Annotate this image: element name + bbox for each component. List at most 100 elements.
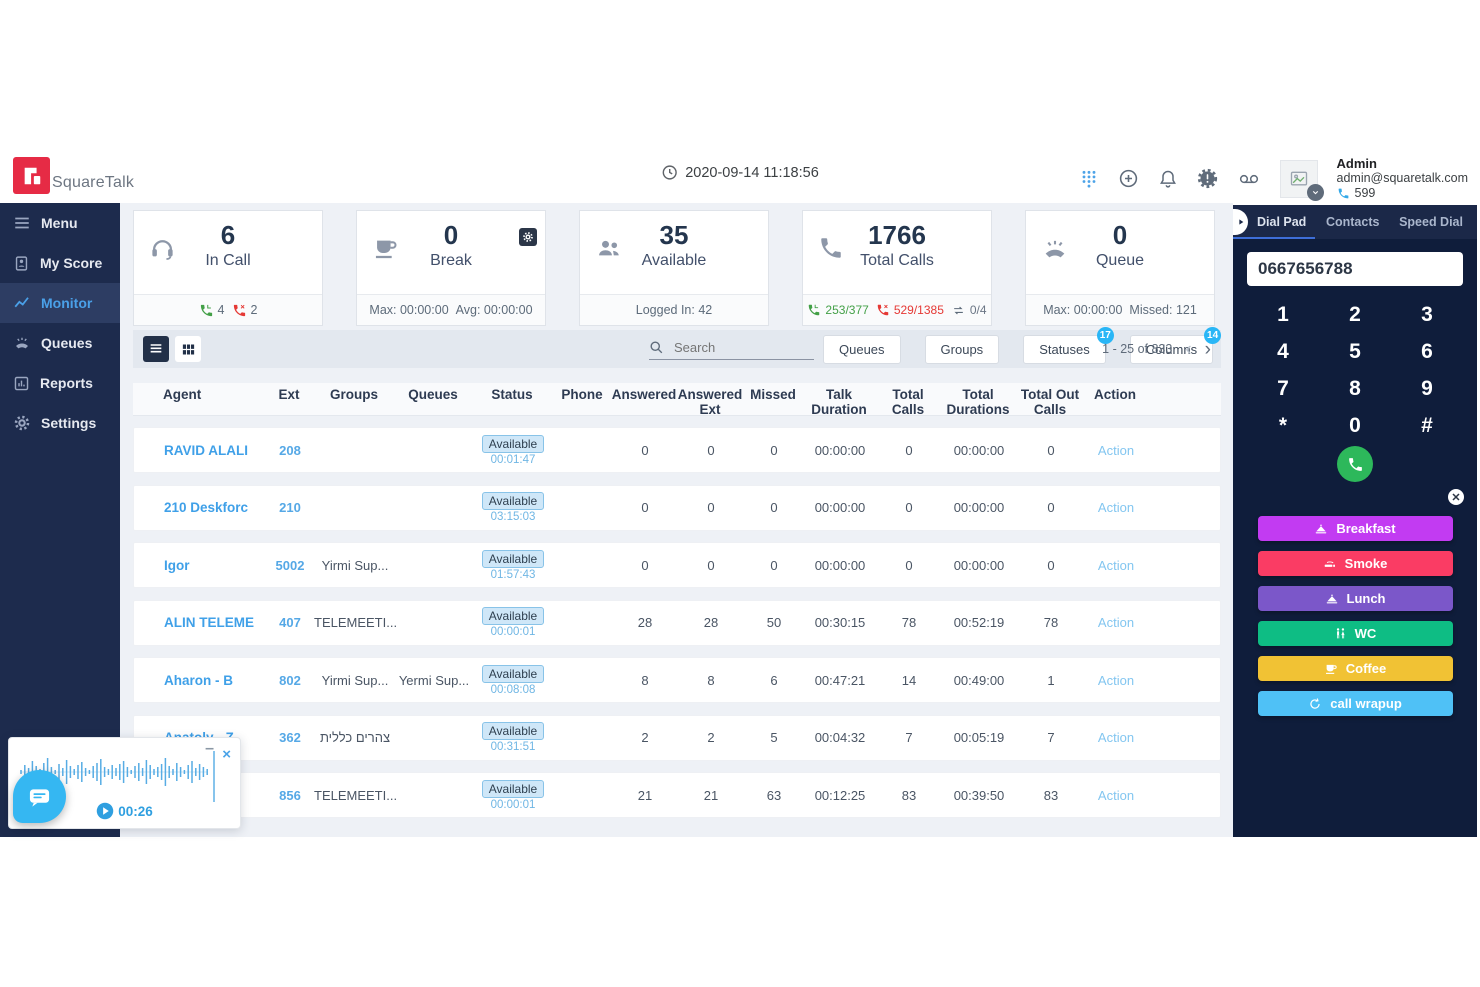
status-button-smoke[interactable]: Smoke — [1258, 551, 1453, 576]
agent-name-link[interactable]: Aharon - B — [146, 673, 266, 688]
coffee-cup-icon — [1324, 662, 1338, 676]
agent-ext-link[interactable]: 5002 — [266, 558, 314, 573]
agent-ext-link[interactable]: 210 — [266, 500, 314, 515]
agent-ext-link[interactable]: 362 — [266, 730, 314, 745]
column-header[interactable]: Phone — [553, 387, 611, 402]
keypad-key[interactable]: 1 — [1247, 296, 1319, 333]
column-header[interactable]: Talk Duration — [803, 387, 875, 416]
column-header[interactable]: Queues — [395, 387, 471, 402]
sidebar-item-menu[interactable]: Menu — [0, 203, 120, 243]
column-header[interactable]: Answered — [611, 387, 677, 402]
status-button-coffee[interactable]: Coffee — [1258, 656, 1453, 681]
grid-view-icon — [181, 342, 196, 357]
broken-image-icon — [1289, 169, 1309, 189]
action-link[interactable]: Action — [1086, 730, 1146, 745]
keypad-key[interactable]: 8 — [1319, 370, 1391, 407]
status-buttons: Breakfast Smoke Lunch WC Coffee call wra… — [1233, 516, 1477, 716]
column-header[interactable]: Agent — [145, 387, 265, 402]
action-link[interactable]: Action — [1086, 500, 1146, 515]
brand-logo[interactable]: SquareTalk — [13, 157, 134, 194]
keypad-key[interactable]: 9 — [1391, 370, 1463, 407]
total-calls-count: 7 — [876, 730, 942, 745]
keypad-key[interactable]: 2 — [1319, 296, 1391, 333]
column-header[interactable]: Missed — [743, 387, 803, 402]
keypad-key[interactable]: 5 — [1319, 333, 1391, 370]
next-page-chevron[interactable]: › — [1205, 340, 1211, 359]
sidebar-item-queues[interactable]: Queues — [0, 323, 120, 363]
agent-ext-link[interactable]: 407 — [266, 615, 314, 630]
filter-button[interactable]: Groups — [925, 335, 1000, 364]
missed-count: 0 — [744, 558, 804, 573]
status-button-call-wrapup[interactable]: call wrapup — [1258, 691, 1453, 716]
notifications-bell-icon[interactable] — [1158, 169, 1178, 189]
user-avatar[interactable] — [1280, 160, 1318, 198]
column-header[interactable]: Answered Ext — [677, 387, 743, 416]
column-header[interactable]: Status — [471, 387, 553, 402]
sidebar-item-monitor[interactable]: Monitor — [0, 283, 120, 323]
play-button[interactable] — [96, 802, 114, 820]
keypad-key[interactable]: 7 — [1247, 370, 1319, 407]
agent-groups: TELEMEETI... — [314, 615, 396, 630]
keypad-key[interactable]: # — [1391, 407, 1463, 444]
column-header[interactable]: Action — [1085, 387, 1145, 402]
list-view-toggle[interactable] — [143, 336, 169, 362]
status-button-wc[interactable]: WC — [1258, 621, 1453, 646]
column-header[interactable]: Total Out Calls — [1015, 387, 1085, 416]
keypad-key[interactable]: * — [1247, 407, 1319, 444]
agent-ext-link[interactable]: 802 — [266, 673, 314, 688]
agent-ext-link[interactable]: 208 — [266, 443, 314, 458]
agent-name-link[interactable]: ALIN TELEME — [146, 615, 266, 630]
total-durations: 00:05:19 — [942, 730, 1016, 745]
keypad-key[interactable]: 3 — [1391, 296, 1463, 333]
break-settings-button[interactable] — [519, 228, 537, 246]
add-icon[interactable] — [1118, 168, 1139, 189]
support-badge-icon[interactable] — [1197, 168, 1218, 189]
break-avg: Avg: 00:00:00 — [456, 303, 533, 317]
keypad-key[interactable]: 4 — [1247, 333, 1319, 370]
grid-view-toggle[interactable] — [175, 336, 201, 362]
agent-table: RAVID ALALI 208 Available 00:01:47 0 0 0… — [133, 427, 1221, 818]
missed-count: 6 — [744, 673, 804, 688]
close-statuses-button[interactable]: ✕ — [1448, 489, 1464, 505]
column-header[interactable]: Total Durations — [941, 387, 1015, 416]
sidebar-item-reports[interactable]: Reports — [0, 363, 120, 403]
tab-dial-pad[interactable]: Dial Pad — [1257, 215, 1306, 229]
search-input[interactable] — [672, 339, 802, 356]
column-header[interactable]: Ext — [265, 387, 313, 402]
keypad-key[interactable]: 6 — [1391, 333, 1463, 370]
column-header[interactable]: Groups — [313, 387, 395, 402]
answered-count: 0 — [612, 500, 678, 515]
column-header[interactable]: Total Calls — [875, 387, 941, 416]
pagination: 1 - 25 of 833 ‹ › — [1102, 340, 1211, 359]
filter-button[interactable]: Statuses17 — [1023, 335, 1106, 364]
user-menu-chevron[interactable] — [1307, 184, 1324, 201]
answered-count: 28 — [612, 615, 678, 630]
prev-page-chevron[interactable]: ‹ — [1185, 340, 1191, 359]
dial-number-input[interactable] — [1247, 252, 1463, 286]
total-calls-count: 78 — [876, 615, 942, 630]
action-link[interactable]: Action — [1086, 673, 1146, 688]
tab-contacts[interactable]: Contacts — [1326, 215, 1379, 229]
agent-ext-link[interactable]: 856 — [266, 788, 314, 803]
dialpad-toggle-icon[interactable] — [1079, 169, 1099, 189]
status-button-lunch[interactable]: Lunch — [1258, 586, 1453, 611]
tab-speed-dial[interactable]: Speed Dial — [1399, 215, 1463, 229]
action-link[interactable]: Action — [1086, 788, 1146, 803]
sidebar-item-settings[interactable]: Settings — [0, 403, 120, 443]
status-button-breakfast[interactable]: Breakfast — [1258, 516, 1453, 541]
filter-button[interactable]: Queues — [823, 335, 901, 364]
keypad-key[interactable]: 0 — [1319, 407, 1391, 444]
action-link[interactable]: Action — [1086, 615, 1146, 630]
action-link[interactable]: Action — [1086, 443, 1146, 458]
line-chart-icon — [13, 294, 31, 312]
agent-name-link[interactable]: Igor — [146, 558, 266, 573]
agent-name-link[interactable]: 210 Deskforc — [146, 500, 266, 515]
panel-collapse-handle[interactable] — [1233, 209, 1248, 235]
agent-name-link[interactable]: RAVID ALALI — [146, 443, 266, 458]
total-durations: 00:52:19 — [942, 615, 1016, 630]
voicemail-icon[interactable] — [1237, 169, 1261, 189]
sidebar-item-my-score[interactable]: My Score — [0, 243, 120, 283]
action-link[interactable]: Action — [1086, 558, 1146, 573]
chat-launcher[interactable] — [13, 770, 66, 823]
call-button[interactable] — [1337, 446, 1373, 482]
